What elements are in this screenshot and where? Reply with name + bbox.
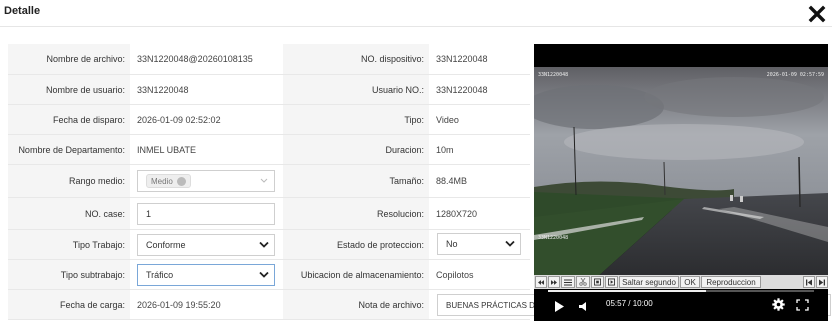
list-icon[interactable]	[561, 276, 575, 288]
dialog-header: Detalle	[0, 0, 832, 27]
fast-forward-icon[interactable]	[548, 276, 560, 288]
label-nombre-usuario: Nombre de usuario:	[8, 75, 130, 104]
label-duracion: Duracion:	[283, 135, 429, 164]
value-tipo: Video	[436, 114, 459, 125]
label-ubicacion: Ubicacion de almacenamiento:	[283, 260, 429, 289]
label-estado-proteccion: Estado de proteccion:	[283, 230, 429, 259]
tipo-subtrabajo-select[interactable]: Tráfico	[137, 264, 275, 286]
value-usuario-no: 33N1220048	[436, 84, 488, 95]
skip-end-icon[interactable]	[816, 276, 828, 288]
label-tipo: Tipo:	[283, 105, 429, 134]
table-row: NO. case: 1 Resolucion: 1280X720	[8, 198, 530, 230]
value-duracion: 10m	[436, 144, 454, 155]
reproduccion-button[interactable]: Reproduccion	[701, 276, 761, 288]
label-tamano: Tamaño:	[283, 165, 429, 197]
chevron-down-icon	[505, 240, 515, 247]
overlay-bottom-id: 33N1220048	[538, 235, 569, 241]
frame-back-icon[interactable]	[591, 276, 604, 288]
table-row: Tipo Trabajo: Conforme Estado de protecc…	[8, 230, 530, 260]
chevron-down-icon	[260, 178, 268, 183]
rewind-icon[interactable]	[535, 276, 547, 288]
chevron-down-icon	[259, 271, 269, 278]
rango-medio-tag: Medio	[146, 174, 191, 188]
rango-medio-select[interactable]: Medio	[137, 170, 275, 192]
table-row: Tipo subtrabajo: Tráfico Ubicacion de al…	[8, 260, 530, 290]
overlay-timestamp: 2026-01-09 02:57:59	[766, 72, 824, 78]
scissors-icon[interactable]	[576, 276, 590, 288]
label-nombre-archivo: Nombre de archivo:	[8, 44, 130, 74]
tipo-trabajo-value: Conforme	[146, 240, 186, 250]
label-rango-medio: Rango medio:	[8, 165, 130, 197]
tipo-trabajo-select[interactable]: Conforme	[137, 234, 275, 256]
value-resolucion: 1280X720	[436, 208, 478, 219]
tipo-trabajo-cell: Conforme	[130, 230, 283, 259]
table-row: Fecha de carga: 2026-01-09 19:55:20 Nota…	[8, 290, 831, 320]
rango-medio-cell: Medio	[130, 165, 283, 197]
no-case-cell: 1	[130, 198, 283, 229]
dialog-title: Detalle	[4, 5, 41, 17]
value-ubicacion: Copilotos	[436, 269, 474, 280]
label-no-dispositivo: NO. dispositivo:	[283, 44, 429, 74]
table-row: Fecha de disparo: 2026-01-09 02:52:02 Ti…	[8, 105, 530, 135]
progress-fill	[548, 290, 707, 292]
label-tipo-subtrabajo: Tipo subtrabajo:	[8, 260, 130, 289]
tipo-subtrabajo-value: Tráfico	[146, 270, 174, 280]
value-tamano: 88.4MB	[436, 176, 468, 186]
value-nombre-usuario: 33N1220048	[137, 84, 189, 95]
overlay-device-id: 33N1220048	[538, 72, 569, 78]
detail-dialog: Detalle Nombre de archivo: 33N1220048@20…	[0, 0, 832, 329]
label-fecha-disparo: Fecha de disparo:	[8, 105, 130, 134]
label-usuario-no: Usuario NO.:	[283, 75, 429, 104]
gear-icon[interactable]	[772, 298, 785, 316]
close-icon[interactable]	[808, 4, 826, 24]
skip-start-icon[interactable]	[803, 276, 815, 288]
table-row: Rango medio: Medio Tamaño: 88.4MB	[8, 165, 530, 198]
value-fecha-carga: 2026-01-09 19:55:20	[137, 299, 221, 310]
estado-proteccion-cell: No	[429, 230, 530, 259]
tag-remove-icon	[176, 176, 186, 186]
label-departamento: Nombre de Departamento:	[8, 135, 130, 164]
label-no-case: NO. case:	[8, 198, 130, 229]
label-fecha-carga: Fecha de carga:	[8, 290, 130, 319]
frame-forward-icon[interactable]	[605, 276, 618, 288]
label-tipo-trabajo: Tipo Trabajo:	[8, 230, 130, 259]
rango-medio-tag-label: Medio	[151, 176, 173, 186]
value-nombre-archivo: 33N1220048@20260108135	[137, 54, 253, 64]
tipo-subtrabajo-cell: Tráfico	[130, 260, 283, 289]
value-departamento: INMEL UBATE	[137, 144, 197, 155]
chevron-down-icon	[259, 241, 269, 248]
fullscreen-icon[interactable]	[796, 298, 809, 316]
value-fecha-disparo: 2026-01-09 02:52:02	[137, 114, 221, 125]
estado-proteccion-select[interactable]: No	[437, 233, 521, 255]
video-frame[interactable]: 33N1220048 2026-01-09 02:57:59 33N122004…	[534, 67, 828, 280]
ok-button[interactable]: OK	[680, 276, 700, 288]
time-display: 05:57 / 10:00	[606, 299, 653, 308]
value-no-dispositivo: 33N1220048	[436, 54, 488, 64]
no-case-input[interactable]: 1	[137, 203, 275, 225]
progress-bar[interactable]	[548, 290, 814, 292]
label-resolucion: Resolucion:	[283, 198, 429, 229]
playback-toolbar: Saltar segundo OK Reproduccion	[534, 275, 828, 289]
table-row: Nombre de usuario: 33N1220048 Usuario NO…	[8, 75, 530, 105]
road-scene-image	[534, 67, 828, 280]
play-icon[interactable]	[554, 299, 564, 317]
label-nota-archivo: Nota de archivo:	[283, 290, 429, 319]
table-row: Nombre de archivo: 33N1220048@2026010813…	[8, 44, 530, 75]
table-row: Nombre de Departamento: INMEL UBATE Dura…	[8, 135, 530, 165]
estado-proteccion-value: No	[446, 239, 458, 249]
saltar-segundo-input[interactable]: Saltar segundo	[619, 276, 679, 288]
volume-icon[interactable]	[578, 299, 588, 317]
